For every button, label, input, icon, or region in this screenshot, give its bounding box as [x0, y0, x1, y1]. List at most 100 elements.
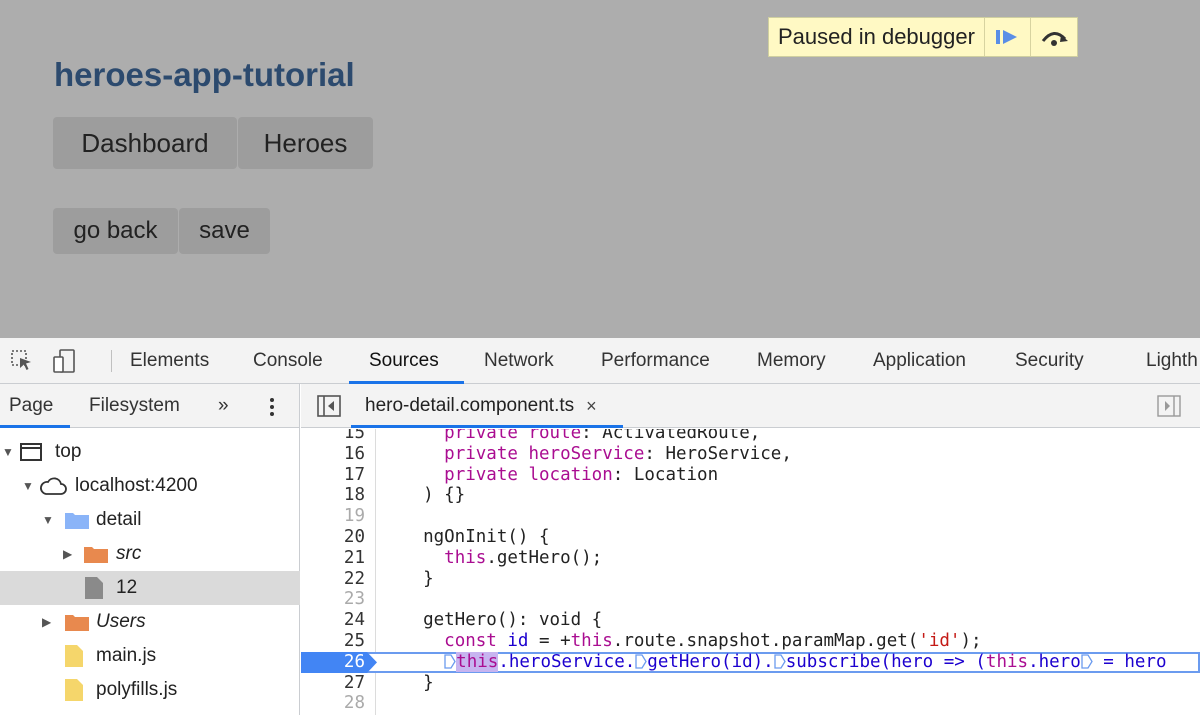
line-number[interactable]: 19	[301, 506, 365, 527]
file-tab-indicator	[351, 425, 623, 428]
line-number[interactable]: 24	[301, 610, 365, 631]
line-number[interactable]: 20	[301, 527, 365, 548]
step-marker-icon[interactable]	[635, 654, 648, 669]
nav-heroes-button[interactable]: Heroes	[238, 117, 373, 169]
code-line[interactable]: 22 }	[301, 569, 1200, 590]
nav-dashboard-button[interactable]: Dashboard	[53, 117, 237, 169]
code-text: getHero(): void {	[402, 610, 603, 631]
line-number[interactable]: 26	[301, 652, 365, 673]
step-marker-icon[interactable]	[1081, 654, 1093, 669]
expand-triangle-icon[interactable]: ▼	[22, 479, 34, 493]
line-number[interactable]: 22	[301, 569, 365, 590]
line-number[interactable]: 15	[301, 429, 365, 444]
tree-item-label: top	[55, 441, 82, 462]
code-line[interactable]: 21 this.getHero();	[301, 548, 1200, 569]
tab-sources[interactable]: Sources	[369, 338, 439, 384]
folder-icon	[84, 547, 108, 563]
collapsed-triangle-icon[interactable]: ▶	[63, 547, 72, 561]
line-number[interactable]: 17	[301, 465, 365, 486]
navigator-active-indicator	[0, 425, 70, 428]
tree-item-label: localhost:4200	[75, 475, 198, 496]
tab-elements[interactable]: Elements	[130, 338, 209, 384]
expand-triangle-icon[interactable]: ▼	[42, 513, 54, 527]
code-line[interactable]: 16 private heroService: HeroService,	[301, 444, 1200, 465]
toggle-debugger-icon[interactable]	[1157, 395, 1181, 417]
tree-item-localhost[interactable]: ▼ localhost:4200	[0, 469, 300, 503]
save-button[interactable]: save	[179, 208, 270, 254]
resume-icon	[996, 30, 1018, 44]
step-over-button[interactable]	[1031, 18, 1077, 56]
code-line[interactable]: 20 ngOnInit() {	[301, 527, 1200, 548]
tree-item-main-js[interactable]: main.js	[0, 639, 300, 673]
editor-file-tab[interactable]: hero-detail.component.ts ×	[351, 384, 623, 428]
js-file-icon	[65, 645, 83, 667]
code-text: const id = +this.route.snapshot.paramMap…	[444, 631, 982, 651]
app-viewport: heroes-app-tutorial Dashboard Heroes go …	[0, 0, 1200, 338]
inspect-element-icon[interactable]	[10, 348, 34, 372]
tree-item-top[interactable]: ▼ top	[0, 435, 300, 469]
file-tab-label: hero-detail.component.ts	[365, 395, 575, 416]
expand-triangle-icon[interactable]: ▼	[2, 445, 14, 459]
code-line[interactable]: 19	[301, 506, 1200, 527]
close-tab-icon[interactable]: ×	[586, 396, 597, 417]
line-number[interactable]: 16	[301, 444, 365, 465]
code-text: }	[402, 568, 434, 589]
code-text: private location: Location	[444, 464, 719, 485]
folder-icon	[65, 513, 89, 529]
code-line[interactable]: 28	[301, 693, 1200, 714]
code-line[interactable]: 24 getHero(): void {	[301, 610, 1200, 631]
tab-separator	[111, 350, 112, 372]
line-number[interactable]: 25	[301, 631, 365, 652]
tree-item-src[interactable]: ▶ src	[0, 537, 300, 571]
line-number[interactable]: 18	[301, 485, 365, 506]
toggle-navigator-icon[interactable]	[317, 395, 341, 417]
tab-performance[interactable]: Performance	[601, 338, 710, 384]
line-number[interactable]: 27	[301, 673, 365, 694]
tree-item-users[interactable]: ▶ Users	[0, 605, 300, 639]
line-number[interactable]: 28	[301, 693, 365, 714]
code-line[interactable]: 25 const id = +this.route.snapshot.param…	[301, 631, 1200, 652]
code-line[interactable]: 15 private route: ActivatedRoute,	[301, 429, 1200, 444]
more-tabs-chevron[interactable]: »	[218, 384, 229, 428]
code-editor[interactable]: 15 private route: ActivatedRoute, 16 priv…	[301, 429, 1200, 715]
tab-memory[interactable]: Memory	[757, 338, 826, 384]
step-over-icon	[1041, 32, 1068, 46]
collapsed-triangle-icon[interactable]: ▶	[42, 615, 51, 629]
tab-lighthouse[interactable]: Lighth	[1146, 338, 1198, 384]
tree-item-polyfills-js[interactable]: polyfills.js	[0, 673, 300, 707]
tree-item-label: detail	[96, 509, 142, 530]
navigator-tab-filesystem[interactable]: Filesystem	[89, 384, 180, 428]
code-line[interactable]: 27 }	[301, 673, 1200, 694]
folder-icon	[65, 615, 89, 631]
tree-item-label: src	[116, 543, 142, 564]
sources-editor: hero-detail.component.ts × 15 private ro…	[301, 384, 1200, 715]
device-toolbar-icon[interactable]	[52, 348, 78, 374]
navigator-tab-page[interactable]: Page	[9, 384, 53, 428]
code-text: private route: ActivatedRoute,	[444, 429, 761, 443]
code-text: this.heroService. getHero(id). subscribe(h…	[402, 651, 1167, 673]
code-line[interactable]: 26 this.heroService. getHero(id). subscrib…	[301, 651, 1200, 673]
line-number[interactable]: 21	[301, 548, 365, 569]
tab-security[interactable]: Security	[1015, 338, 1084, 384]
tree-item-12[interactable]: 12	[0, 571, 300, 605]
tree-item-label: 12	[116, 577, 138, 598]
go-back-button[interactable]: go back	[53, 208, 178, 254]
editor-tabbar: hero-detail.component.ts ×	[301, 384, 1200, 428]
resume-button[interactable]	[985, 18, 1031, 56]
more-options-icon[interactable]	[268, 396, 276, 418]
tab-console[interactable]: Console	[253, 338, 323, 384]
code-line[interactable]: 18 ) {}	[301, 485, 1200, 506]
tab-application[interactable]: Application	[873, 338, 966, 384]
code-text: ngOnInit() {	[402, 527, 550, 547]
code-line[interactable]: 23	[301, 589, 1200, 610]
code-line[interactable]: 17 private location: Location	[301, 465, 1200, 486]
code-text: this.getHero();	[444, 547, 603, 568]
line-number[interactable]: 23	[301, 589, 365, 610]
tab-network[interactable]: Network	[484, 338, 554, 384]
code-text: private heroService: HeroService,	[444, 443, 792, 464]
code-text: ) {}	[402, 485, 466, 506]
devtools-main-tabbar: Elements Console Sources Network Perform…	[0, 338, 1200, 384]
step-marker-icon[interactable]	[774, 654, 786, 669]
step-marker-icon[interactable]	[444, 654, 456, 669]
tree-item-detail[interactable]: ▼ detail	[0, 503, 300, 537]
